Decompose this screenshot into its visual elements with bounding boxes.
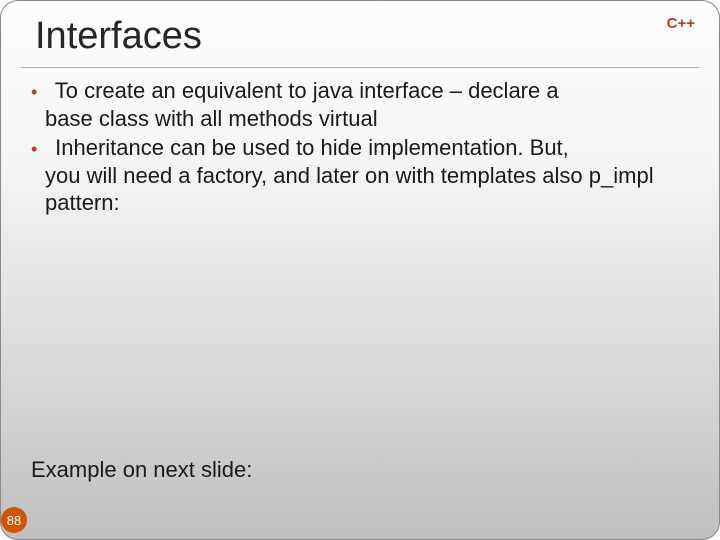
example-note: Example on next slide:: [31, 457, 252, 483]
bullet-item: • To create an equivalent to java interf…: [31, 77, 689, 132]
body-content: • To create an equivalent to java interf…: [31, 77, 689, 219]
bullet-text-cont: base class with all methods virtual: [45, 105, 689, 133]
bullet-icon: •: [31, 138, 49, 161]
title-divider: [21, 67, 699, 68]
slide: Interfaces C++ • To create an equivalent…: [0, 0, 720, 540]
bullet-item: • Inheritance can be used to hide implem…: [31, 134, 689, 217]
language-badge: C++: [667, 15, 695, 32]
bullet-icon: •: [31, 81, 49, 104]
page-number: 88: [7, 513, 21, 528]
page-number-badge: 88: [1, 507, 27, 533]
bullet-text-line1: Inheritance can be used to hide implemen…: [55, 135, 569, 160]
page-title: Interfaces: [35, 15, 202, 58]
bullet-text-cont: you will need a factory, and later on wi…: [45, 162, 689, 217]
bullet-text-line1: To create an equivalent to java interfac…: [55, 78, 559, 103]
